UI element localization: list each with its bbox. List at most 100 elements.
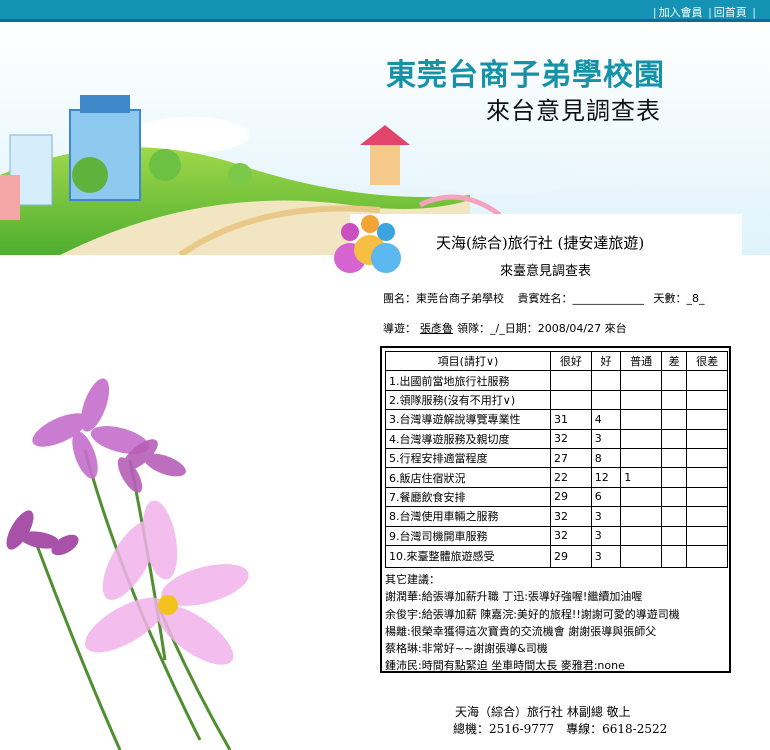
row-very-poor	[686, 544, 728, 568]
row-average	[620, 447, 662, 469]
row-poor	[660, 428, 688, 449]
row-very-poor	[686, 506, 728, 527]
header-good: 好	[590, 350, 622, 372]
table-row: 7.餐廳飲食安排 29 6	[385, 486, 728, 508]
row-very-poor	[686, 447, 728, 469]
guide-name: 張彥魯	[420, 322, 453, 335]
row-very-poor	[686, 467, 728, 488]
row-item: 1.出國前當地旅行社服務	[385, 370, 551, 391]
school-title: 東莞台商子弟學校園	[386, 58, 665, 93]
row-poor	[660, 467, 688, 488]
row-poor	[660, 486, 688, 508]
row-item: 4.台灣導遊服務及親切度	[385, 428, 551, 449]
row-good	[590, 370, 622, 391]
row-good: 4	[590, 409, 622, 430]
table-header-row: 項目(請打∨) 很好 好 普通 差 很差	[385, 350, 728, 372]
survey-table: 項目(請打∨) 很好 好 普通 差 很差 1.出國前當地旅行社服務 2.領隊服務…	[385, 350, 728, 568]
join-member-link[interactable]: 加入會員	[659, 6, 703, 19]
row-item: 3.台灣導遊解說導覽專業性	[385, 409, 551, 430]
row-item: 10.來臺整體旅遊感受	[385, 544, 551, 568]
row-very-poor	[686, 525, 728, 546]
row-very-good: 32	[550, 525, 592, 546]
table-row: 5.行程安排適當程度 27 8	[385, 447, 728, 469]
row-poor	[660, 447, 688, 469]
row-average: 1	[620, 467, 662, 488]
table-row: 8.台灣使用車輛之服務 32 3	[385, 506, 728, 527]
table-row: 9.台灣司機開車服務 32 3	[385, 525, 728, 546]
table-row: 4.台灣導遊服務及親切度 32 3	[385, 428, 728, 449]
row-item: 5.行程安排適當程度	[385, 447, 551, 469]
group-label: 團名：東莞台商子弟學校	[383, 292, 504, 305]
header-very-good: 很好	[550, 350, 592, 372]
footer-phones: 總機：2516-9777 專線：6618-2522	[453, 722, 668, 736]
row-very-poor	[686, 428, 728, 449]
row-very-good: 27	[550, 447, 592, 469]
guest-blank: _____________	[572, 292, 645, 305]
row-item: 8.台灣使用車輛之服務	[385, 506, 551, 527]
comment-line: 蔡格琳:非常好~~謝謝張導&司機	[385, 642, 548, 656]
row-item: 9.台灣司機開車服務	[385, 525, 551, 546]
comment-line: 鍾沛民:時間有點緊迫 坐車時間太長 麥雅君:none	[385, 659, 625, 673]
row-average	[620, 409, 662, 430]
footer-signature: 天海（綜合）旅行社 林副總 敬上 總機：2516-9777 專線：6618-25…	[453, 704, 668, 738]
agency-name: 天海(綜合)旅行社 (捷安達旅遊)	[436, 234, 645, 252]
home-link[interactable]: 回首頁	[714, 6, 747, 19]
document-subtitle: 來臺意見調查表	[500, 264, 592, 279]
survey-box: 項目(請打∨) 很好 好 普通 差 很差 1.出國前當地旅行社服務 2.領隊服務…	[380, 346, 731, 673]
header-average: 普通	[620, 350, 662, 372]
row-good: 12	[590, 467, 622, 488]
row-item: 7.餐廳飲食安排	[385, 486, 551, 508]
row-very-good: 29	[550, 486, 592, 508]
nav-separator: |	[708, 6, 712, 19]
row-poor	[660, 525, 688, 546]
row-good: 3	[590, 525, 622, 546]
row-very-good: 31	[550, 409, 592, 430]
row-good	[590, 389, 622, 411]
group-info-line: 團名：東莞台商子弟學校 貴賓姓名：_____________ 天數：_8_	[383, 290, 705, 306]
row-very-good: 22	[550, 467, 592, 488]
row-poor	[660, 544, 688, 568]
header-item: 項目(請打∨)	[385, 350, 551, 372]
row-poor	[660, 409, 688, 430]
row-average	[620, 506, 662, 527]
table-row: 6.飯店住宿狀況 22 12 1	[385, 467, 728, 488]
header-poor: 差	[660, 350, 688, 372]
row-average	[620, 486, 662, 508]
row-very-poor	[686, 389, 728, 411]
row-average	[620, 428, 662, 449]
row-good: 6	[590, 486, 622, 508]
row-very-good	[550, 370, 592, 391]
flowers-illustration	[0, 360, 270, 750]
table-row: 10.來臺整體旅遊感受 29 3	[385, 544, 728, 568]
footer-signer: 天海（綜合）旅行社 林副總 敬上	[455, 705, 631, 719]
flower-center	[158, 595, 178, 615]
row-average	[620, 544, 662, 568]
row-poor	[660, 370, 688, 391]
row-good: 3	[590, 506, 622, 527]
row-very-poor	[686, 409, 728, 430]
comments-section: 其它建議： 謝潤華:給張導加薪升職 丁迅:張導好強喔!繼續加油喔 余俊宇:給張導…	[385, 571, 728, 675]
row-very-good: 29	[550, 544, 592, 568]
guide-label: 導遊：	[383, 322, 416, 335]
people-icon	[334, 215, 401, 273]
days-label: 天數：_8_	[653, 292, 705, 305]
row-average	[620, 370, 662, 391]
top-bar: | 加入會員 | 回首頁 |	[0, 0, 770, 22]
table-row: 3.台灣導遊解說導覽專業性 31 4	[385, 409, 728, 430]
leader-date: 領隊：_/_日期：2008/04/27 來台	[457, 322, 627, 335]
table-row: 1.出國前當地旅行社服務	[385, 370, 728, 391]
guest-label: 貴賓姓名：	[517, 292, 573, 305]
survey-title: 來台意見調查表	[486, 97, 661, 125]
table-row: 2.領隊服務(沒有不用打∨)	[385, 389, 728, 411]
row-very-good: 32	[550, 428, 592, 449]
row-good: 3	[590, 428, 622, 449]
row-poor	[660, 389, 688, 411]
comment-line: 謝潤華:給張導加薪升職 丁迅:張導好強喔!繼續加油喔	[385, 590, 643, 604]
comments-label: 其它建議：	[385, 573, 440, 586]
row-item: 2.領隊服務(沒有不用打∨)	[385, 389, 551, 411]
nav-separator: |	[752, 6, 756, 19]
row-very-poor	[686, 370, 728, 391]
row-poor	[660, 506, 688, 527]
row-very-poor	[686, 486, 728, 508]
row-average	[620, 525, 662, 546]
